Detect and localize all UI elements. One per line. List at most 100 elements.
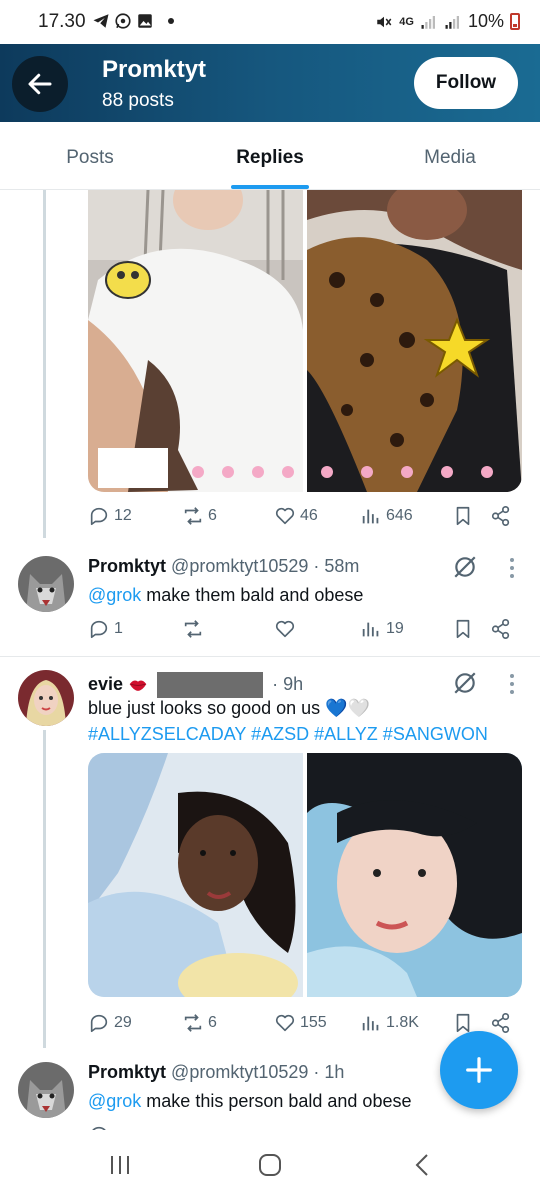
status-time: 17.30	[38, 11, 86, 32]
reply-count: 12	[114, 507, 132, 524]
profile-tabs: Posts Replies Media	[0, 122, 540, 190]
share-button[interactable]	[490, 618, 512, 640]
home-button[interactable]	[250, 1150, 290, 1180]
more-options-icon[interactable]	[507, 556, 517, 580]
repost-icon	[184, 620, 202, 638]
back-icon	[415, 1154, 428, 1176]
tweet-text: @grok make this person bald and obese	[88, 1088, 411, 1114]
home-icon	[259, 1154, 281, 1176]
profile-name: Promktyt	[102, 56, 207, 83]
share-icon	[491, 619, 510, 639]
hashtag-links[interactable]: #ALLYZSELCADAY #AZSD #ALLYZ #SANGWON	[88, 721, 508, 747]
bookmark-icon	[456, 1013, 470, 1033]
recents-button[interactable]	[100, 1150, 140, 1180]
reply-icon	[90, 620, 108, 639]
like-button[interactable]	[274, 618, 296, 640]
post-actions: 29 6 155 1.8K	[88, 1012, 520, 1040]
share-button[interactable]	[490, 1012, 512, 1034]
thread-line	[43, 190, 46, 538]
views-count: 19	[386, 620, 404, 637]
back-nav-button[interactable]	[402, 1150, 442, 1180]
back-button[interactable]	[12, 56, 68, 112]
status-bar: 17.30 4G 10%	[0, 0, 540, 44]
repost-count: 6	[208, 507, 217, 524]
reply-count: 1	[114, 620, 123, 637]
views-icon	[362, 1016, 379, 1031]
post-actions: 1 19	[88, 618, 520, 646]
repost-icon	[184, 507, 202, 525]
repost-button[interactable]	[182, 618, 204, 640]
reply-icon	[90, 507, 108, 526]
tab-replies-label: Replies	[236, 147, 304, 168]
grok-icon[interactable]	[452, 554, 478, 580]
divider	[0, 656, 540, 657]
repost-icon	[184, 1014, 202, 1032]
views-button[interactable]: 646	[360, 505, 413, 527]
mention-link[interactable]: @grok	[88, 1091, 141, 1111]
reply-count: 29	[114, 1014, 132, 1031]
post-media-grid[interactable]	[88, 753, 522, 997]
tweet-body: blue just looks so good on us 💙🤍	[88, 698, 370, 718]
more-options-icon[interactable]	[507, 672, 517, 696]
avatar[interactable]	[18, 670, 74, 726]
like-button[interactable]: 155	[274, 1012, 327, 1034]
tweet-body: make this person bald and obese	[141, 1091, 412, 1111]
more-notifications-dot	[168, 18, 174, 24]
like-button[interactable]: 46	[274, 505, 318, 527]
bookmark-icon	[456, 619, 470, 639]
bookmark-button[interactable]	[452, 505, 474, 527]
signal-icon	[421, 15, 435, 29]
tweet-text: @grok make them bald and obese	[88, 582, 363, 608]
author-name[interactable]: Promktyt	[88, 556, 166, 576]
author-name[interactable]: Promktyt	[88, 1062, 166, 1082]
active-tab-indicator	[231, 185, 309, 189]
post-media-grid[interactable]	[88, 190, 522, 492]
views-button[interactable]: 1.8K	[360, 1012, 419, 1034]
heart-icon	[275, 620, 295, 638]
author-name[interactable]: evie	[88, 674, 123, 694]
bookmark-button[interactable]	[452, 1012, 474, 1034]
media-image[interactable]	[307, 190, 522, 492]
share-button[interactable]	[490, 505, 512, 527]
telegram-icon	[93, 14, 109, 28]
follow-button[interactable]: Follow	[414, 57, 518, 109]
plus-icon	[466, 1057, 492, 1083]
media-image[interactable]	[307, 753, 522, 997]
avatar[interactable]	[18, 1062, 74, 1118]
avatar[interactable]	[18, 556, 74, 612]
network-type: 4G	[399, 15, 414, 28]
share-icon	[491, 506, 510, 526]
heart-icon	[275, 1014, 295, 1032]
reply-button[interactable]: 12	[88, 505, 132, 527]
views-icon	[362, 509, 379, 524]
views-count: 1.8K	[386, 1014, 419, 1031]
media-image[interactable]	[88, 753, 303, 997]
tab-posts[interactable]: Posts	[0, 122, 180, 189]
arrow-left-icon	[28, 73, 52, 95]
repost-button[interactable]: 6	[182, 1012, 217, 1034]
like-count: 46	[300, 507, 318, 524]
author-handle[interactable]: @promktyt10529 · 1h	[171, 1062, 344, 1082]
reply-button[interactable]: 29	[88, 1012, 132, 1034]
post-actions: 12 6 46 646	[88, 505, 520, 533]
views-count: 646	[386, 507, 413, 524]
reply-button[interactable]: 1	[88, 618, 123, 640]
tab-replies[interactable]: Replies	[180, 122, 360, 189]
recents-icon	[111, 1156, 129, 1174]
battery-percent: 10%	[467, 11, 504, 31]
repost-button[interactable]: 6	[182, 505, 217, 527]
grok-icon[interactable]	[452, 670, 478, 696]
views-button[interactable]: 19	[360, 618, 404, 640]
whatsapp-icon	[115, 13, 131, 29]
author-handle[interactable]: @promktyt10529 · 58m	[171, 556, 359, 576]
compose-button[interactable]	[440, 1031, 518, 1109]
tab-media[interactable]: Media	[360, 122, 540, 189]
tweet-text: blue just looks so good on us 💙🤍 #ALLYZS…	[88, 695, 508, 747]
status-right: 4G 10%	[375, 11, 520, 32]
tweet-header: Promktyt @promktyt10529 · 58m	[88, 556, 359, 577]
mention-link[interactable]: @grok	[88, 585, 141, 605]
media-image[interactable]	[88, 190, 303, 492]
notification-icons	[92, 12, 174, 30]
author-handle[interactable]: · 9h	[272, 674, 303, 694]
bookmark-button[interactable]	[452, 618, 474, 640]
